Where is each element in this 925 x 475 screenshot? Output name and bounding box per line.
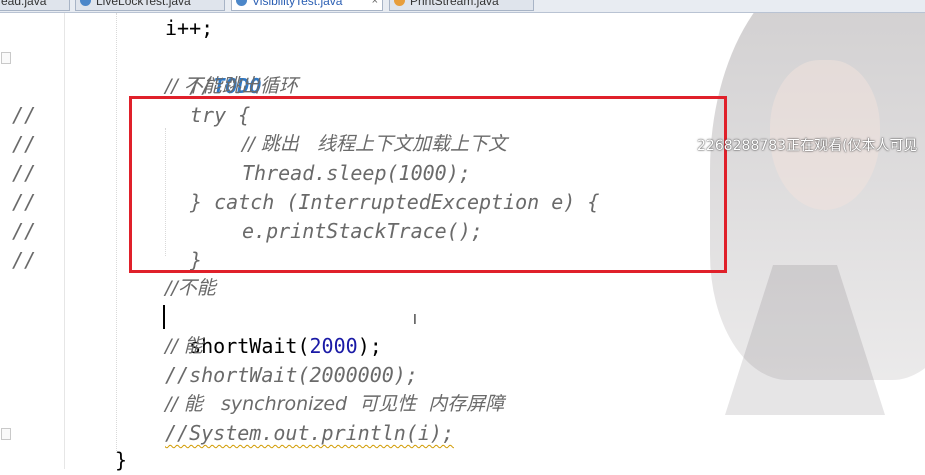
code-line-comment[interactable]: // 能 — [165, 332, 203, 361]
viewer-watermark: 2268288783正在观看(仅本人可见 — [697, 138, 918, 154]
gutter-divider — [64, 13, 65, 469]
number-literal: 2000 — [309, 334, 358, 358]
code-line-comment[interactable]: //不能 — [165, 274, 216, 303]
statement-end: ); — [357, 334, 382, 358]
tab-label: VisibilityTest.java — [252, 0, 343, 8]
gutter-comment-marker: // — [12, 219, 37, 243]
tab-label: ead.java — [1, 0, 47, 8]
ibeam-cursor-icon: I — [413, 313, 417, 328]
tab-thread[interactable]: ead.java — [0, 0, 70, 11]
gutter-comment-marker: // — [12, 132, 37, 156]
tab-livelocktest[interactable]: LiveLockTest.java — [75, 0, 225, 11]
class-file-icon — [394, 0, 405, 6]
tab-printstream[interactable]: PrintStream.java — [389, 0, 534, 11]
editor-tab-bar: ead.java LiveLockTest.java VisibilityTes… — [0, 0, 925, 13]
gutter-comment-marker: // — [12, 103, 37, 127]
gutter-comment-marker: // — [12, 190, 37, 214]
tab-visibilitytest[interactable]: VisibilityTest.java × — [231, 0, 383, 11]
java-file-icon — [236, 0, 247, 6]
tab-label: LiveLockTest.java — [96, 0, 191, 8]
code-line[interactable]: i++; — [165, 14, 213, 43]
gutter-comment-marker: // — [12, 248, 37, 272]
gutter-comment-marker: // — [12, 161, 37, 185]
fold-marker[interactable] — [1, 428, 11, 440]
highlight-annotation-box — [129, 96, 727, 273]
code-line-comment[interactable]: //shortWait(2000000); — [165, 361, 418, 390]
code-line-closing-brace[interactable]: } — [115, 446, 127, 475]
method-call: shortWait( — [189, 334, 310, 358]
java-file-icon — [80, 0, 91, 6]
fold-marker[interactable] — [1, 52, 11, 64]
indent-guide — [116, 13, 117, 453]
close-icon[interactable]: × — [372, 0, 378, 9]
tab-label: PrintStream.java — [410, 0, 499, 8]
text-caret — [163, 305, 165, 329]
code-line-comment[interactable]: //System.out.println(i); — [165, 419, 454, 448]
code-line-comment[interactable]: // 能 synchronized 可见性 内存屏障 — [165, 390, 504, 419]
